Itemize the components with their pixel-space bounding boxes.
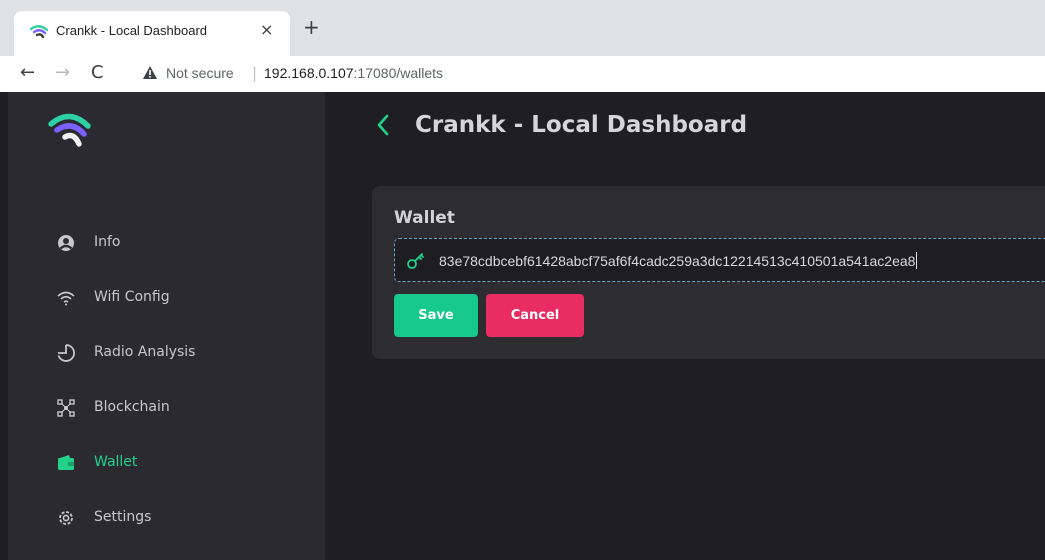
browser-tab-title: Crankk - Local Dashboard xyxy=(56,23,208,38)
sidebar-item-label: Wifi Config xyxy=(94,289,170,305)
tab-close-icon[interactable]: × xyxy=(260,20,273,39)
wallet-address-input[interactable]: 83e78cdbcebf61428abcf75af6f4cadc259a3dc1… xyxy=(394,238,1045,282)
wallet-address-value: 83e78cdbcebf61428abcf75af6f4cadc259a3dc1… xyxy=(439,252,918,269)
security-status[interactable]: Not secure xyxy=(166,65,234,81)
cancel-button[interactable]: Cancel xyxy=(486,294,584,337)
new-tab-icon[interactable]: + xyxy=(303,17,320,37)
sidebar-item-settings[interactable]: Settings xyxy=(8,501,325,535)
blockchain-icon xyxy=(57,399,75,417)
browser-tab[interactable]: Crankk - Local Dashboard × xyxy=(14,11,290,56)
sidebar-item-blockchain[interactable]: Blockchain xyxy=(8,391,325,425)
warning-icon[interactable] xyxy=(142,65,158,80)
browser-toolbar: ← → C Not secure | 192.168.0.107:17080/w… xyxy=(0,56,1045,92)
sidebar-item-wifi-config[interactable]: Wifi Config xyxy=(8,281,325,315)
sidebar-item-radio-analysis[interactable]: Radio Analysis xyxy=(8,336,325,370)
card-title: Wallet xyxy=(394,208,455,228)
save-button[interactable]: Save xyxy=(394,294,478,337)
forward-arrow-icon[interactable]: → xyxy=(55,63,70,83)
radio-analysis-icon xyxy=(57,344,75,362)
sidebar-item-label: Blockchain xyxy=(94,399,170,415)
gear-icon xyxy=(59,511,73,525)
crankk-logo-icon[interactable] xyxy=(48,110,92,148)
reload-icon[interactable]: C xyxy=(91,63,104,83)
url-host: 192.168.0.107 xyxy=(264,65,354,81)
url-path: :17080/wallets xyxy=(353,65,444,81)
sidebar-item-label: Wallet xyxy=(94,454,138,470)
wifi-icon xyxy=(57,291,75,306)
sidebar: Info Wifi Config Radio Analysis Blockcha… xyxy=(8,92,325,560)
sidebar-item-info[interactable]: Info xyxy=(8,226,325,260)
sidebar-item-label: Info xyxy=(94,234,121,250)
sidebar-item-wallet[interactable]: Wallet xyxy=(8,446,325,480)
page-title: Crankk - Local Dashboard xyxy=(415,112,748,138)
address-bar[interactable]: 192.168.0.107:17080/wallets xyxy=(264,65,443,81)
sidebar-item-label: Radio Analysis xyxy=(94,344,196,360)
browser-tab-strip: Crankk - Local Dashboard × + xyxy=(0,0,1045,56)
crankk-favicon-icon xyxy=(30,25,48,38)
sidebar-item-label: Settings xyxy=(94,509,152,525)
wallet-card: Wallet 83e78cdbcebf61428abcf75af6f4cadc2… xyxy=(372,186,1045,359)
url-separator: | xyxy=(252,64,258,82)
chevron-left-icon[interactable] xyxy=(376,113,390,137)
text-caret xyxy=(916,252,918,269)
key-icon xyxy=(407,253,424,269)
wallet-icon xyxy=(58,455,74,470)
back-arrow-icon[interactable]: ← xyxy=(20,63,35,83)
person-icon xyxy=(58,235,74,251)
